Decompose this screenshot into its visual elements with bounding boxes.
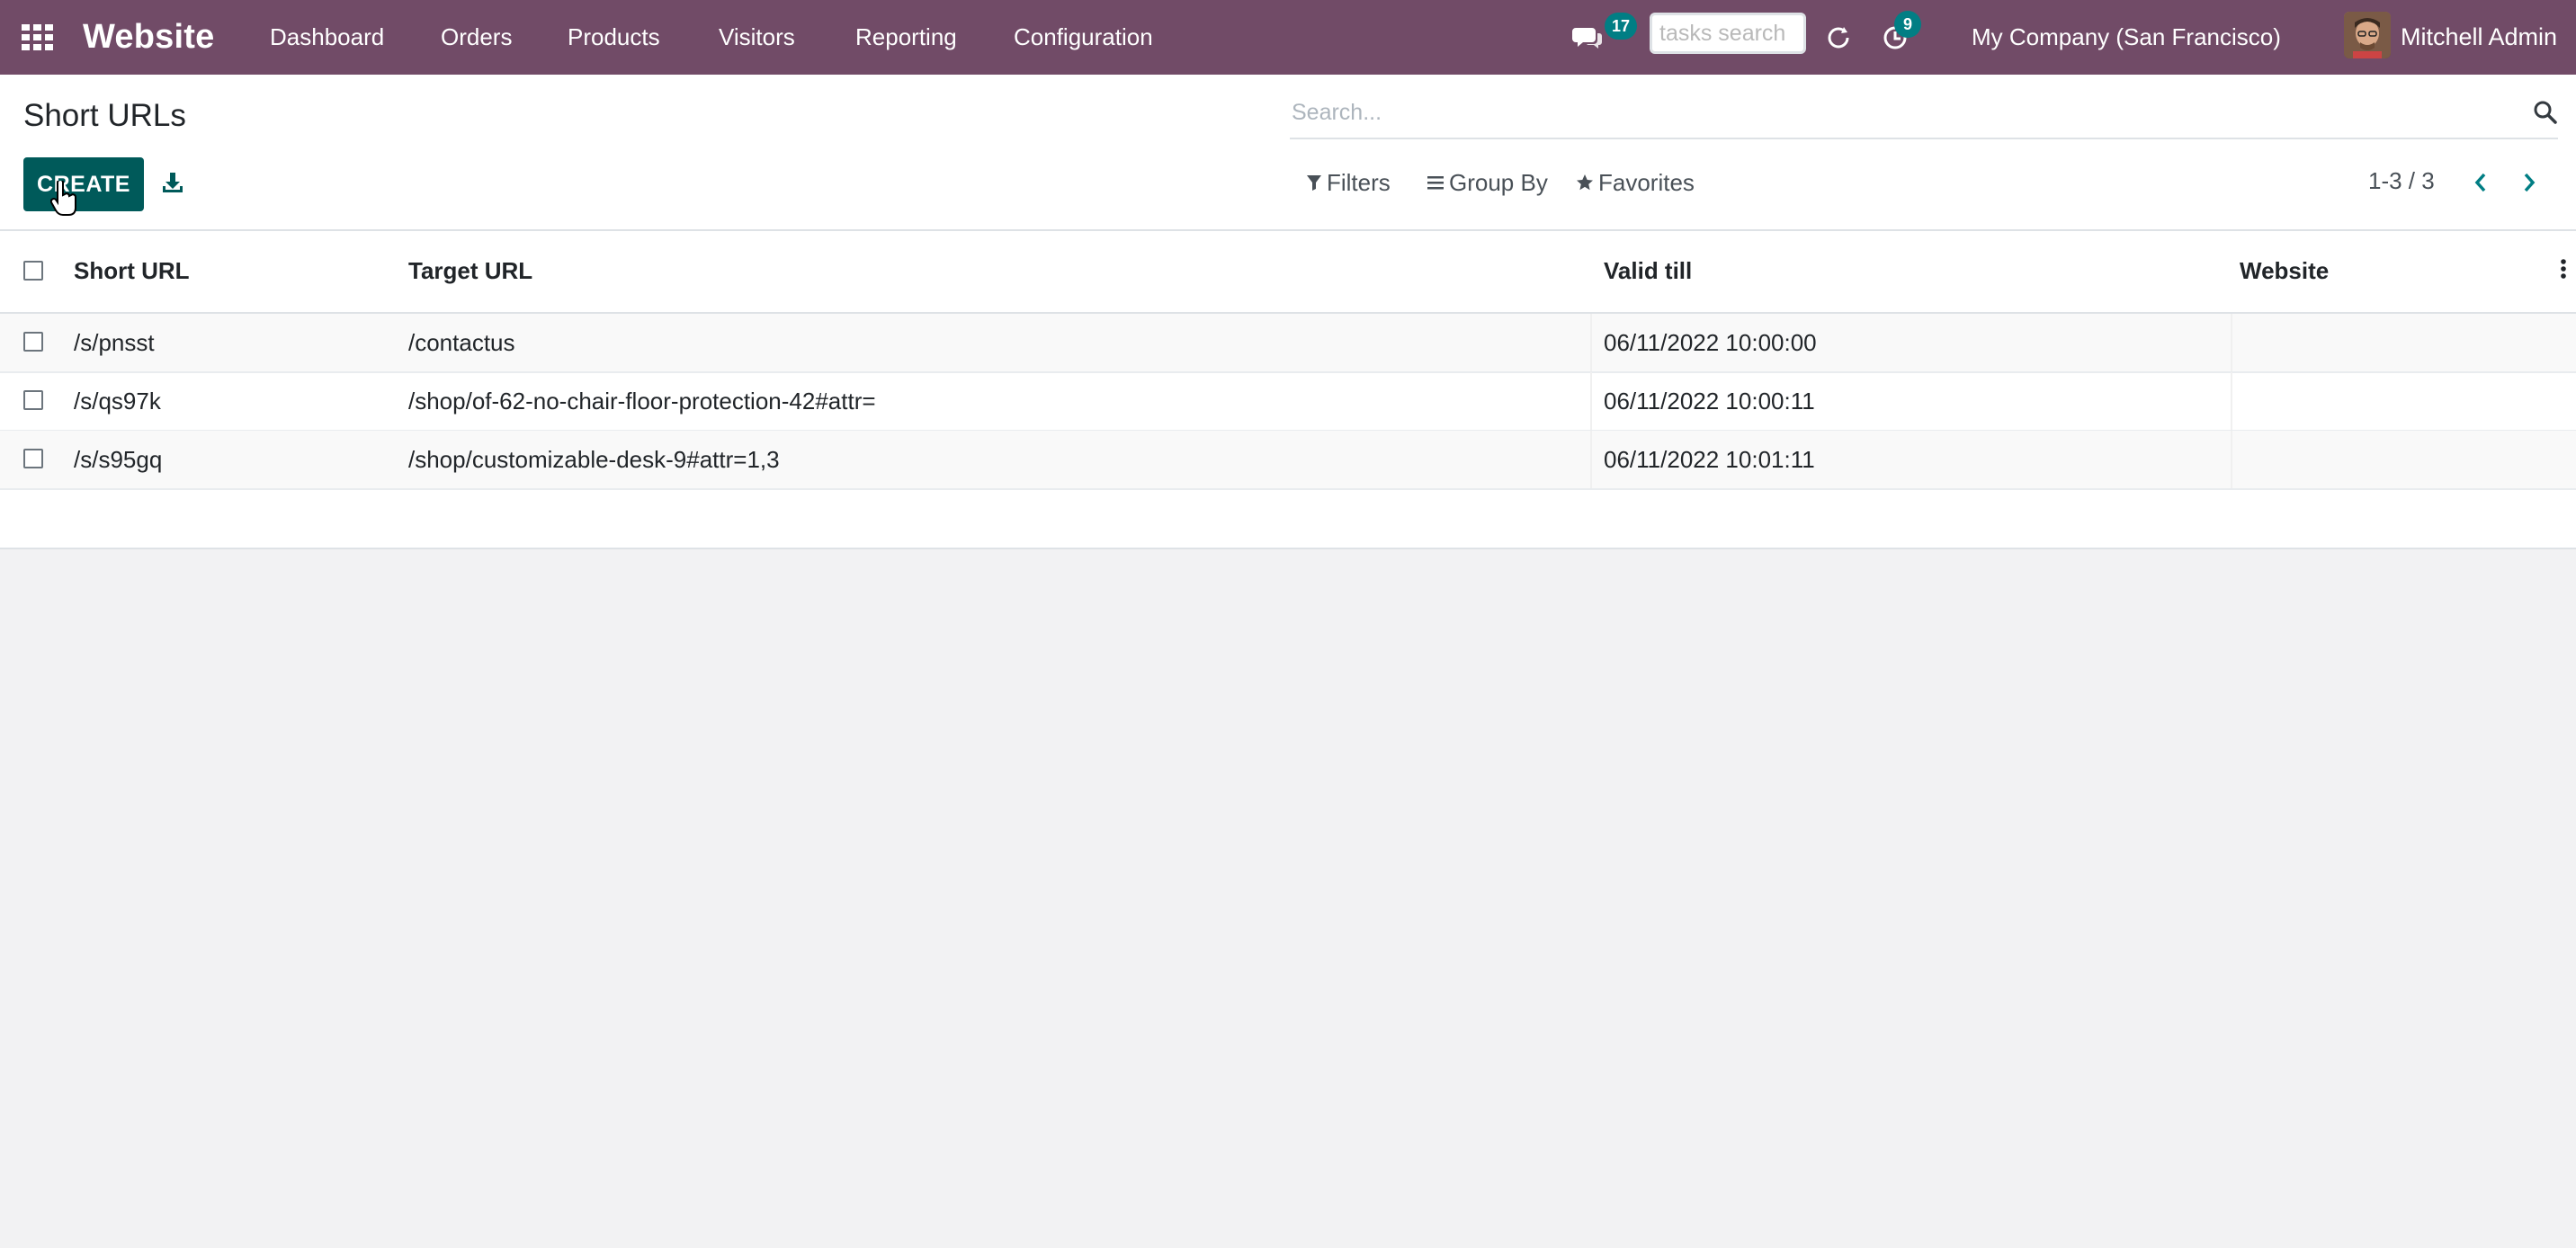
breadcrumb-title: Short URLs	[23, 98, 186, 133]
tasks-search-input[interactable]	[1650, 13, 1806, 54]
select-all-checkbox[interactable]	[23, 261, 43, 281]
messages-count-badge: 17	[1605, 13, 1637, 40]
column-header-website[interactable]: Website	[2240, 257, 2329, 285]
row-checkbox[interactable]	[23, 390, 43, 410]
pager-value[interactable]: 1-3 / 3	[2368, 167, 2435, 195]
column-divider	[2231, 431, 2232, 488]
column-divider	[2231, 372, 2232, 430]
cell-target-url: /shop/customizable-desk-9#attr=1,3	[408, 446, 780, 473]
menu-products[interactable]: Products	[568, 0, 660, 75]
cell-valid-till: 06/11/2022 10:00:11	[1604, 388, 1815, 415]
top-navbar: Website Dashboard Orders Products Visito…	[0, 0, 2576, 75]
cell-target-url: /contactus	[408, 329, 515, 356]
user-avatar[interactable]	[2344, 12, 2391, 58]
menu-reporting[interactable]: Reporting	[855, 0, 957, 75]
table-row[interactable]: /s/s95gq /shop/customizable-desk-9#attr=…	[0, 431, 2576, 490]
create-button[interactable]: CREATE	[23, 157, 144, 211]
cell-valid-till: 06/11/2022 10:00:00	[1604, 329, 1817, 356]
column-divider	[1590, 431, 1592, 488]
app-brand[interactable]: Website	[83, 0, 214, 75]
column-header-target-url[interactable]: Target URL	[408, 257, 532, 285]
download-icon[interactable]	[160, 170, 185, 197]
table-row[interactable]: /s/pnsst /contactus 06/11/2022 10:00:00	[0, 314, 2576, 373]
filter-icon	[1307, 175, 1321, 191]
company-switcher[interactable]: My Company (San Francisco)	[1972, 0, 2281, 75]
apps-menu-icon[interactable]	[22, 0, 56, 75]
cell-target-url: /shop/of-62-no-chair-floor-protection-42…	[408, 388, 876, 415]
pager-next-button[interactable]	[2513, 165, 2545, 201]
group-by-button[interactable]: Group By	[1427, 165, 1548, 201]
column-divider	[1590, 372, 1592, 430]
cell-short-url: /s/s95gq	[74, 446, 163, 473]
menu-visitors[interactable]: Visitors	[719, 0, 795, 75]
refresh-icon[interactable]	[1826, 0, 1851, 75]
column-divider	[1590, 314, 1592, 371]
table-row[interactable]: /s/qs97k /shop/of-62-no-chair-floor-prot…	[0, 372, 2576, 432]
column-header-valid-till[interactable]: Valid till	[1604, 257, 1692, 285]
hand-cursor-icon	[49, 179, 77, 221]
star-icon	[1577, 174, 1593, 191]
list-view: Short URL Target URL Valid till Website …	[0, 231, 2576, 549]
filters-button[interactable]: Filters	[1306, 165, 1391, 201]
chevron-left-icon	[2474, 173, 2486, 192]
search-icon[interactable]	[2533, 100, 2558, 129]
column-header-short-url[interactable]: Short URL	[74, 257, 190, 285]
table-header: Short URL Target URL Valid till Website	[0, 231, 2576, 314]
pager-previous-button[interactable]	[2464, 165, 2497, 201]
menu-configuration[interactable]: Configuration	[1014, 0, 1153, 75]
column-divider	[2231, 314, 2232, 371]
menu-dashboard[interactable]: Dashboard	[270, 0, 384, 75]
menu-orders[interactable]: Orders	[441, 0, 512, 75]
favorites-button[interactable]: Favorites	[1576, 165, 1695, 201]
cell-valid-till: 06/11/2022 10:01:11	[1604, 446, 1815, 473]
row-checkbox[interactable]	[23, 449, 43, 468]
group-by-label: Group By	[1449, 168, 1548, 196]
cell-short-url: /s/pnsst	[74, 329, 155, 356]
empty-table-row	[0, 489, 2576, 547]
search-bar	[1290, 91, 2558, 139]
activities-count-badge: 9	[1894, 11, 1921, 38]
favorites-label: Favorites	[1598, 168, 1695, 196]
cell-short-url: /s/qs97k	[74, 388, 161, 415]
optional-columns-icon[interactable]	[2558, 258, 2569, 285]
control-panel: Short URLs CREATE Filters Group By Favor…	[0, 75, 2576, 231]
user-menu[interactable]: Mitchell Admin	[2401, 0, 2557, 75]
search-input[interactable]	[1290, 91, 2517, 134]
row-checkbox[interactable]	[23, 332, 43, 352]
messages-icon[interactable]	[1572, 0, 1603, 75]
filters-label: Filters	[1327, 168, 1391, 196]
chevron-right-icon	[2524, 173, 2536, 192]
bars-icon	[1427, 176, 1444, 190]
